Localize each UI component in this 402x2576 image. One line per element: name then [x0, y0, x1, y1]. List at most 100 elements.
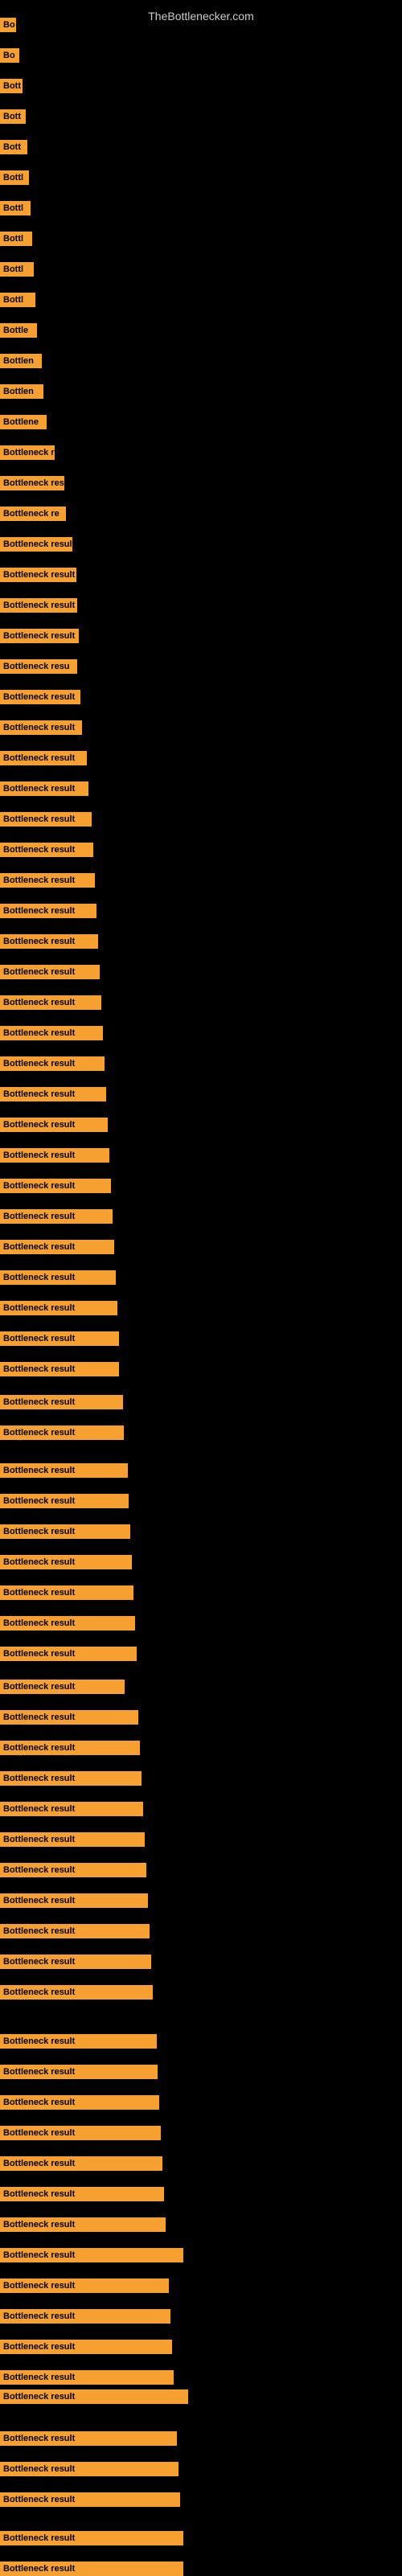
bottleneck-label: Bottleneck result [0, 1955, 151, 1969]
bottleneck-label: Bottleneck result [0, 2340, 172, 2354]
bottleneck-item: Bottleneck result [0, 781, 88, 796]
bottleneck-label: Bottleneck result [0, 1494, 129, 1508]
bottleneck-label: Bottleneck result [0, 812, 92, 827]
bottleneck-item: Bottleneck result [0, 2340, 172, 2354]
bottleneck-label: Bottleneck result [0, 1148, 109, 1163]
bottleneck-label: Bott [0, 140, 27, 154]
bottleneck-item: Bottleneck result [0, 1585, 133, 1600]
bottleneck-item: Bottl [0, 293, 35, 307]
bottleneck-label: Bottleneck result [0, 1463, 128, 1478]
bottleneck-item: Bottleneck result [0, 690, 80, 704]
bottleneck-label: Bottleneck result [0, 2126, 161, 2140]
bottleneck-label: Bott [0, 109, 26, 124]
bottleneck-item: Bottleneck result [0, 2389, 188, 2404]
bottleneck-label: Bottleneck result [0, 1832, 145, 1847]
bottleneck-label: Bottleneck result [0, 1771, 142, 1786]
bottleneck-label: Bottleneck result [0, 1802, 143, 1816]
bottleneck-label: Bottleneck result [0, 965, 100, 979]
bottleneck-item: Bottleneck re [0, 507, 66, 521]
bottleneck-label: Bottleneck r [0, 445, 55, 460]
bottleneck-item: Bottleneck result [0, 1710, 138, 1725]
bottleneck-item: Bottleneck result [0, 720, 82, 735]
bottleneck-label: Bottleneck result [0, 2095, 159, 2110]
bottleneck-item: Bottleneck result [0, 1301, 117, 1315]
bottleneck-item: Bott [0, 109, 26, 124]
bottleneck-label: Bottleneck result [0, 873, 95, 888]
bottleneck-item: Bottleneck result [0, 2248, 183, 2262]
bottleneck-label: Bottleneck result [0, 1893, 148, 1908]
bottleneck-item: Bottl [0, 170, 29, 185]
bottleneck-label: Bottleneck result [0, 1924, 150, 1938]
bottleneck-item: Bottleneck result [0, 2095, 159, 2110]
bottleneck-label: Bottleneck result [0, 904, 96, 918]
bottleneck-label: Bottleneck result [0, 2431, 177, 2446]
bottleneck-item: Bottleneck r [0, 445, 55, 460]
bottleneck-item: Bottleneck result [0, 1179, 111, 1193]
bottleneck-item: Bottleneck result [0, 1270, 116, 1285]
bottleneck-label: Bottleneck result [0, 2562, 183, 2576]
bottleneck-label: Bottleneck result [0, 2279, 169, 2293]
bottleneck-item: Bottleneck result [0, 1647, 137, 1661]
bottleneck-item: Bottleneck result [0, 1056, 105, 1071]
bottleneck-label: Bottleneck result [0, 1331, 119, 1346]
bottleneck-item: Bottleneck result [0, 1362, 119, 1376]
bottleneck-label: Bo [0, 48, 19, 63]
bottleneck-item: Bottleneck resu [0, 476, 64, 490]
bottleneck-label: Bottleneck result [0, 2309, 170, 2324]
bottleneck-label: Bottl [0, 262, 34, 277]
bottleneck-label: Bottl [0, 201, 31, 215]
bottleneck-item: Bottleneck result [0, 1148, 109, 1163]
bottleneck-item: Bottleneck result [0, 843, 93, 857]
bottleneck-item: Bottleneck result [0, 1680, 125, 1694]
bottleneck-label: Bottleneck result [0, 2389, 188, 2404]
bottleneck-item: Bottleneck result [0, 1802, 143, 1816]
bottleneck-label: Bottlen [0, 354, 42, 368]
bottleneck-item: Bottleneck result [0, 2187, 164, 2201]
bottleneck-label: Bottleneck result [0, 2462, 178, 2476]
bottleneck-item: Bottleneck result [0, 1524, 130, 1539]
bottleneck-item: Bottleneck result [0, 1955, 151, 1969]
bottleneck-label: Bottleneck result [0, 781, 88, 796]
bottleneck-item: Bottle [0, 323, 37, 338]
bottleneck-item: Bottleneck result [0, 2462, 178, 2476]
bottleneck-item: Bottleneck result [0, 2431, 177, 2446]
bottleneck-item: Bottl [0, 232, 32, 246]
bottleneck-item: Bottleneck result [0, 2370, 174, 2385]
bottleneck-label: Bottleneck result [0, 690, 80, 704]
bottleneck-label: Bottleneck result [0, 1710, 138, 1725]
bottleneck-label: Bottleneck result [0, 2492, 180, 2507]
bottleneck-label: Bottleneck result [0, 751, 87, 765]
bottleneck-label: Bottleneck result [0, 1616, 135, 1631]
bottleneck-label: Bottleneck result [0, 934, 98, 949]
bottleneck-label: Bottleneck result [0, 1301, 117, 1315]
bottleneck-label: Bottleneck result [0, 537, 72, 552]
bottleneck-label: Bottle [0, 323, 37, 338]
bottleneck-label: Bottleneck result [0, 1741, 140, 1755]
bottleneck-label: Bottleneck result [0, 1524, 130, 1539]
bottleneck-label: Bottleneck result [0, 2187, 164, 2201]
bottleneck-item: Bott [0, 140, 27, 154]
bottleneck-label: Bottleneck result [0, 2065, 158, 2079]
bottleneck-item: Bottleneck result [0, 1209, 113, 1224]
bottleneck-label: Bottleneck result [0, 1087, 106, 1101]
bottleneck-item: Bottl [0, 201, 31, 215]
bottleneck-label: Bottleneck result [0, 2248, 183, 2262]
bottleneck-label: Bottleneck result [0, 568, 76, 582]
bottleneck-item: Bottleneck result [0, 568, 76, 582]
site-title: TheBottlenecker.com [148, 3, 254, 26]
bottleneck-item: Bottleneck result [0, 1463, 128, 1478]
bottleneck-label: Bottleneck re [0, 507, 66, 521]
bottleneck-label: Bottleneck result [0, 1179, 111, 1193]
bottleneck-item: Bottleneck result [0, 1494, 129, 1508]
bottleneck-label: Bottlene [0, 415, 47, 429]
bottleneck-item: Bo [0, 18, 16, 32]
bottleneck-item: Bottleneck result [0, 2034, 157, 2049]
bottleneck-item: Bottleneck result [0, 1771, 142, 1786]
bottleneck-item: Bottleneck result [0, 1832, 145, 1847]
bottleneck-label: Bottleneck result [0, 1395, 123, 1409]
bottleneck-item: Bottleneck result [0, 751, 87, 765]
bottleneck-label: Bottleneck result [0, 1425, 124, 1440]
bottleneck-item: Bottleneck result [0, 1985, 153, 2000]
bottleneck-item: Bottleneck result [0, 598, 77, 613]
bottleneck-item: Bottleneck result [0, 2279, 169, 2293]
